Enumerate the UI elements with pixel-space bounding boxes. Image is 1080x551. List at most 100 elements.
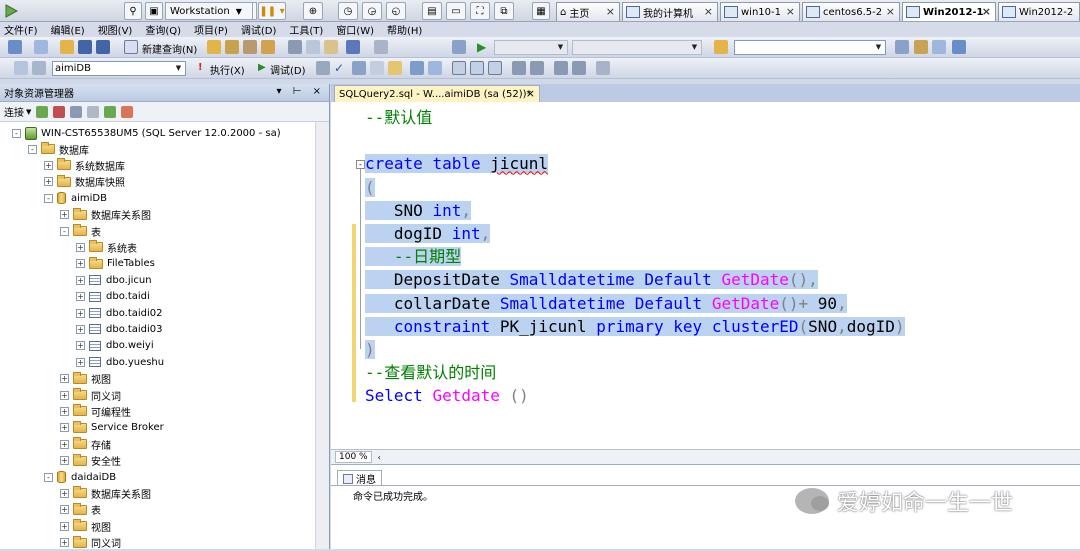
tab-centos6-5-2[interactable]: centos6.5-2 × [802,2,900,21]
tab-my-computer[interactable]: 我的计算机 × [622,2,718,21]
workstation-menu[interactable]: Workstation ▼ [165,2,257,20]
options-icon[interactable] [952,40,966,54]
expand-icon[interactable]: + [76,242,85,252]
query-designer-icon[interactable] [370,61,384,75]
analysis-query-icon[interactable] [225,40,239,54]
tree-node[interactable]: + 视图 [60,371,111,387]
tree-node[interactable]: -表 [60,223,101,239]
decrease-indent-icon[interactable] [554,61,568,75]
results-to-file-icon[interactable] [428,61,442,75]
tab-win10-1[interactable]: win10-1 × [720,2,800,21]
tree-node[interactable]: + 安全性 [60,453,121,469]
tree-node[interactable]: + 数据库关系图 [60,485,151,501]
connect-icon[interactable] [14,61,28,75]
sidebar-toggle-icon[interactable]: ▤ [422,2,442,20]
expand-icon[interactable]: + [60,538,69,548]
filter-icon[interactable] [87,105,100,118]
copy-icon[interactable] [306,40,320,54]
display-plan-icon[interactable] [352,61,366,75]
snapshot-revert-icon[interactable]: ◶ [362,2,382,20]
snapshot-icon[interactable]: ◷ [338,2,358,20]
solution-config-select[interactable]: ▼ [494,40,568,55]
zoom-select[interactable]: 100 % [335,451,372,463]
cancel-query-icon[interactable] [316,61,330,75]
tree-node[interactable]: + 系统数据库 [44,157,125,173]
collapse-icon[interactable]: - [356,160,365,169]
expand-icon[interactable]: + [76,308,85,318]
change-connection-icon[interactable] [32,61,46,75]
expand-icon[interactable]: + [76,259,85,269]
expand-icon[interactable]: + [44,177,53,187]
save-icon[interactable] [78,40,92,54]
add-item-icon[interactable] [34,40,48,54]
tree-node[interactable]: - daidaiDB [44,469,116,485]
menu-help[interactable]: 帮助(H) [387,22,422,37]
menu-query[interactable]: 查询(Q) [145,22,181,37]
expand-icon[interactable]: + [60,439,69,449]
scrollbar[interactable] [315,122,329,549]
disconnect-icon[interactable] [53,105,66,118]
expand-icon[interactable]: + [60,210,69,220]
live-stats-icon[interactable] [488,61,502,75]
include-plan-icon[interactable] [452,61,466,75]
open-file-icon[interactable] [60,40,74,54]
scroll-left-icon[interactable]: ‹ [378,453,381,462]
tree-node[interactable]: + 数据库关系图 [60,207,151,223]
database-select[interactable]: aimiDB ▼ [52,61,186,76]
tree-node[interactable]: + dbo.taidi03 [76,321,163,337]
tree-node[interactable]: + 视图 [60,518,111,534]
fit-icon[interactable]: ⛶ [470,2,490,20]
tab-win2012-1[interactable]: Win2012-1 × [902,2,996,21]
expand-icon[interactable]: + [76,357,85,367]
results-to-text-icon[interactable] [388,61,402,75]
expand-icon[interactable]: + [76,275,85,285]
tree-node[interactable]: + 系统表 [76,239,137,255]
pause-button[interactable]: ❚❚ ▾ [258,2,286,20]
new-project-icon[interactable] [8,40,22,54]
tabs-icon[interactable]: ▦ [532,2,550,20]
refresh-icon[interactable] [104,105,117,118]
client-stats-icon[interactable] [470,61,484,75]
uncomment-icon[interactable] [530,61,544,75]
expand-icon[interactable]: + [76,324,85,334]
tree-node[interactable]: - 数据库 [28,141,89,157]
tree-node[interactable]: + dbo.yueshu [76,354,164,370]
collapse-icon[interactable]: - [44,472,53,482]
connect-icon[interactable] [36,105,49,118]
menu-project[interactable]: 项目(P) [194,22,228,37]
platform-select[interactable]: ▼ [572,40,702,55]
properties-icon[interactable] [895,40,909,54]
parse-icon[interactable]: ✓ [334,61,348,75]
menu-tools[interactable]: 工具(T) [289,22,323,37]
save-all-icon[interactable] [96,40,110,54]
panel-controls[interactable]: ▾ ⊢ × [277,86,325,97]
comment-icon[interactable] [512,61,526,75]
expand-icon[interactable]: + [76,341,85,351]
cut-icon[interactable] [288,40,302,54]
dmx-query-icon[interactable] [261,40,275,54]
menu-debug[interactable]: 调试(D) [241,22,277,37]
connect-button[interactable]: 连接 [4,104,24,119]
tree-node[interactable]: + dbo.weiyi [76,338,154,354]
mdx-query-icon[interactable] [243,40,257,54]
expand-icon[interactable]: + [44,160,53,170]
menu-window[interactable]: 窗口(W) [336,22,374,37]
close-icon[interactable]: × [982,5,991,18]
tree-node[interactable]: + 数据库快照 [44,174,125,190]
undo-icon[interactable] [346,40,360,54]
db-engine-query-icon[interactable] [207,40,221,54]
tree-node-server[interactable]: - WIN-CST65538UM5 (SQL Server 12.0.2000 … [12,125,281,141]
network-icon[interactable]: ⊕ [303,2,323,20]
collapse-icon[interactable]: - [28,144,37,154]
new-query-button[interactable]: 新建查询(N) [142,41,197,56]
collapse-icon[interactable]: - [12,128,21,138]
tab-messages[interactable]: 消息 [337,470,382,486]
expand-icon[interactable]: + [60,521,69,531]
sql-editor[interactable]: - --默认值 create table jicunl ( SNO int, dog… [331,102,1080,449]
expand-icon[interactable]: + [60,406,69,416]
tree-node[interactable]: + dbo.jicun [76,272,152,288]
chevron-down-icon[interactable]: ▼ [26,108,31,116]
collapse-icon[interactable]: - [60,226,69,236]
tree-node[interactable]: - aimiDB [44,190,107,206]
menu-view[interactable]: 视图(V) [98,22,133,37]
